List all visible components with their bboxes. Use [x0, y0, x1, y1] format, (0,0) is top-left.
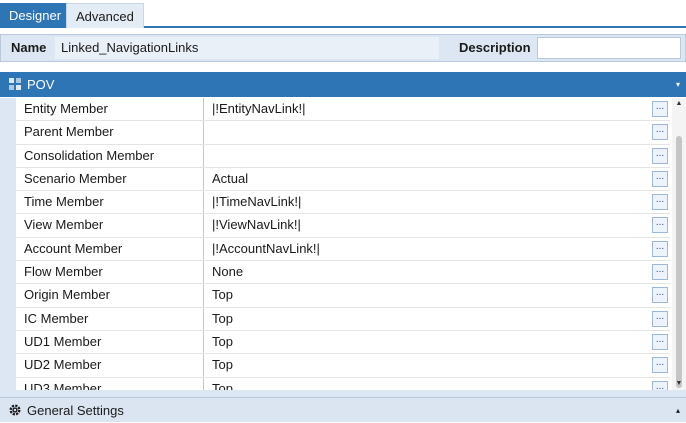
general-settings-header[interactable]: General Settings ▴ [0, 397, 686, 422]
scroll-thumb[interactable] [676, 136, 682, 388]
ellipsis-button[interactable]: ... [652, 170, 668, 187]
property-value[interactable]: Top [206, 307, 650, 330]
description-input[interactable] [537, 37, 681, 59]
gear-icon [9, 404, 21, 416]
property-value[interactable]: Top [206, 354, 650, 377]
ellipsis-button[interactable]: ... [652, 147, 668, 164]
tab-designer[interactable]: Designer [0, 3, 71, 28]
property-row: IC Member Top... [16, 307, 670, 331]
name-label: Name [11, 40, 47, 55]
property-row: Parent Member... [16, 121, 670, 145]
property-row: View Member |!ViewNavLink!|... [16, 214, 670, 238]
property-rows: Entity Member |!EntityNavLink!|... Parent … [16, 98, 670, 390]
name-field[interactable]: Linked_NavigationLinks [55, 37, 439, 59]
property-value[interactable]: None [206, 261, 650, 284]
ellipsis-button[interactable]: ... [652, 287, 668, 304]
property-row: Consolidation Member... [16, 144, 670, 168]
ellipsis-button[interactable]: ... [652, 264, 668, 281]
property-label: UD2 Member [16, 354, 204, 377]
ellipsis-button[interactable]: ... [652, 194, 668, 211]
grid-gutter [0, 98, 16, 390]
property-label: Account Member [16, 237, 204, 261]
ellipsis-button[interactable]: ... [652, 357, 668, 374]
property-row: Scenario Member Actual... [16, 167, 670, 192]
property-value[interactable]: Top [206, 377, 650, 390]
name-row: Name Linked_NavigationLinks Description [0, 34, 686, 62]
property-label: Parent Member [16, 121, 204, 144]
ellipsis-button[interactable]: ... [652, 310, 668, 327]
vertical-scrollbar[interactable]: ▲ ▼ [672, 98, 686, 390]
property-label: IC Member [16, 307, 204, 330]
pov-section-title: POV [27, 77, 55, 92]
pov-section-header[interactable]: POV ▾ [0, 72, 686, 97]
property-row: UD2 Member Top... [16, 354, 670, 378]
ellipsis-button[interactable]: ... [652, 217, 668, 234]
chevron-down-icon[interactable]: ▾ [676, 72, 680, 97]
property-label: Consolidation Member [16, 144, 204, 167]
tab-bar: Designer Advanced [0, 0, 686, 28]
property-row: Time Member |!TimeNavLink!|... [16, 191, 670, 215]
property-row: Origin Member Top... [16, 284, 670, 308]
property-row: UD3 Member Top... [16, 377, 670, 390]
property-row: UD1 Member Top... [16, 330, 670, 355]
ellipsis-button[interactable]: ... [652, 124, 668, 141]
property-label: Time Member [16, 191, 204, 214]
pov-property-grid: Entity Member |!EntityNavLink!|... Parent … [0, 98, 686, 390]
property-value[interactable]: |!AccountNavLink!| [206, 237, 650, 261]
ellipsis-button[interactable]: ... [652, 333, 668, 350]
general-settings-title: General Settings [27, 403, 124, 418]
property-row: Flow Member None... [16, 261, 670, 285]
property-label: Origin Member [16, 284, 204, 307]
property-value[interactable]: Top [206, 330, 650, 354]
property-label: UD1 Member [16, 330, 204, 354]
tab-advanced[interactable]: Advanced [66, 3, 144, 28]
property-value[interactable]: |!ViewNavLink!| [206, 214, 650, 237]
property-value[interactable]: Top [206, 284, 650, 307]
chevron-up-icon[interactable]: ▴ [676, 398, 680, 423]
ellipsis-button[interactable]: ... [652, 101, 668, 117]
property-value[interactable]: Actual [206, 167, 650, 191]
property-row: Account Member |!AccountNavLink!|... [16, 237, 670, 262]
property-label: View Member [16, 214, 204, 237]
pov-grid-icon [9, 78, 21, 90]
ellipsis-button[interactable]: ... [652, 240, 668, 257]
property-value[interactable] [206, 144, 650, 167]
scroll-up-icon[interactable]: ▲ [672, 98, 686, 110]
property-value[interactable]: |!TimeNavLink!| [206, 191, 650, 214]
description-label: Description [459, 40, 531, 55]
scroll-down-icon[interactable]: ▼ [672, 378, 686, 390]
property-label: UD3 Member [16, 377, 204, 390]
property-row: Entity Member |!EntityNavLink!|... [16, 98, 670, 122]
property-value[interactable]: |!EntityNavLink!| [206, 98, 650, 121]
property-value[interactable] [206, 121, 650, 144]
property-label: Entity Member [16, 98, 204, 121]
grid-bottom-strip [0, 390, 686, 397]
property-label: Scenario Member [16, 167, 204, 191]
ellipsis-button[interactable]: ... [652, 380, 668, 390]
property-label: Flow Member [16, 261, 204, 284]
